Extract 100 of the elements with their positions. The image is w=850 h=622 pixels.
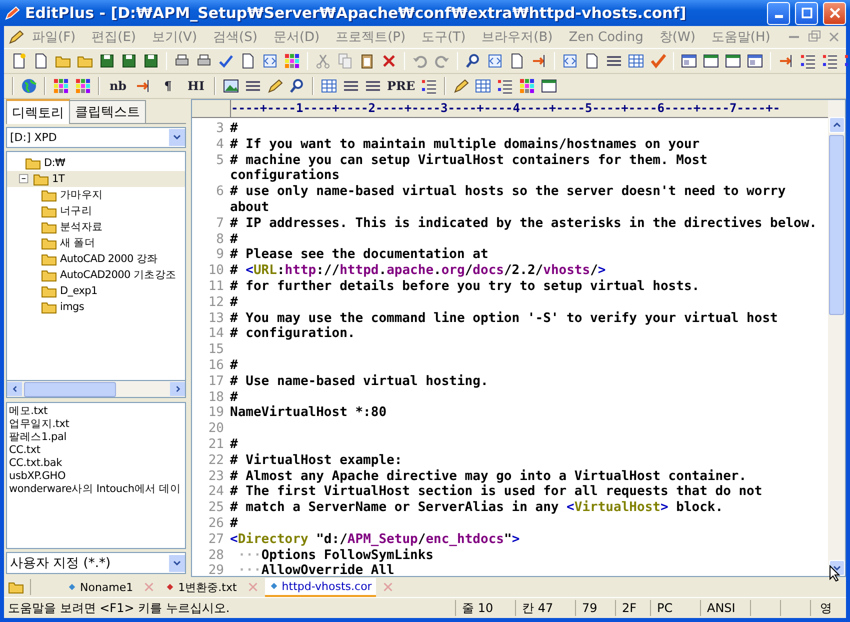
pen-icon	[453, 78, 470, 94]
document-icon	[584, 53, 600, 69]
code-icon	[262, 53, 278, 69]
palette-icon	[284, 53, 300, 69]
arrows-icon	[135, 78, 151, 94]
close-tab-icon	[382, 581, 394, 593]
window-icon	[703, 53, 719, 69]
sidebar-tab[interactable]: 클립텍스트	[69, 100, 146, 123]
line-number: 17	[208, 374, 224, 389]
status-field: 칸 47	[515, 600, 575, 616]
code-line: about	[230, 200, 270, 216]
diamond-icon	[268, 581, 279, 591]
palette-icon	[75, 78, 91, 94]
line-number: 22	[208, 452, 224, 468]
file-item[interactable]: 메모.txt	[9, 405, 48, 418]
document-icon	[509, 53, 525, 69]
line-number: 25	[208, 500, 224, 516]
folder-item[interactable]: AutoCAD2000 기초강조	[60, 268, 176, 282]
folder-item[interactable]: 너구리	[60, 204, 92, 218]
format-button[interactable]: ¶	[154, 75, 182, 97]
code-line: configurations	[230, 168, 340, 184]
folder-item[interactable]: 가마우지	[60, 188, 103, 202]
code-icon	[562, 53, 578, 69]
code-line: #	[230, 232, 238, 248]
new-document-icon	[11, 53, 27, 69]
table-icon	[321, 78, 337, 94]
code-line: # <URL:http://httpd.apache.org/docs/2.2/vhosts/>	[230, 263, 606, 279]
line-number: 20	[208, 421, 224, 436]
line-number: 19	[208, 405, 224, 420]
code-line: # Please see the documentation at	[230, 247, 488, 264]
minimize-button[interactable]	[767, 2, 790, 24]
vertical-scrollbar[interactable]	[828, 100, 845, 576]
line-number: 13	[208, 310, 224, 326]
window-icon	[725, 53, 741, 69]
folder-item[interactable]: 분석자료	[60, 220, 103, 234]
line-number: 7	[216, 216, 224, 231]
status-field: ANSI	[700, 600, 750, 616]
line-number: 24	[208, 484, 224, 500]
format-button[interactable]: nb	[104, 75, 132, 97]
format-button[interactable]: HI	[182, 75, 210, 97]
file-item[interactable]: 팔레스1.pal	[9, 431, 66, 444]
document-tab[interactable]: httpd-vhosts.cor	[264, 578, 376, 596]
minus-icon	[18, 172, 30, 185]
code-line: # If you want to maintain multiple domains/hostnames on your	[230, 136, 700, 153]
horizontal-scrollbar[interactable]	[6, 381, 186, 398]
code-line: # You may use the command line option '-S' to verify your virtual host	[230, 310, 778, 326]
picture-icon	[223, 78, 239, 94]
table-icon	[475, 78, 492, 94]
code-line: # VirtualHost example:	[230, 452, 402, 469]
magnifier-icon	[465, 53, 481, 69]
file-item[interactable]: 업무일지.txt	[9, 418, 70, 432]
check-icon	[650, 53, 666, 69]
window-icon	[541, 78, 558, 94]
maximize-button[interactable]	[795, 2, 818, 24]
line-number: 14	[208, 326, 224, 342]
folder-item[interactable]: 새 폴더	[60, 236, 96, 250]
sidebar-tab[interactable]: 디렉토리	[6, 99, 70, 124]
close-icon	[828, 6, 842, 20]
code-line: ···Options FollowSymLinks	[236, 548, 434, 563]
spellcheck-icon	[218, 53, 234, 69]
file-filter-dropdown[interactable]: 사용자 지정 (*.*)	[6, 552, 186, 574]
clipboard-icon	[359, 53, 375, 69]
folder-item[interactable]: D_exp1	[60, 284, 98, 297]
drive-dropdown[interactable]: [D:] XPD	[6, 127, 186, 148]
folder-item[interactable]: imgs	[60, 300, 84, 313]
code-line: # Almost any Apache directive may go into a VirtualHost container.	[230, 468, 747, 484]
line-number: 27	[208, 532, 224, 547]
arrows-icon	[531, 53, 547, 69]
document-tab[interactable]: 1변환중.txt	[161, 578, 241, 596]
line-number: 6	[216, 184, 224, 200]
folder-item[interactable]: AutoCAD 2000 강좌	[60, 252, 158, 266]
code-line: # use only name-based virtual hosts so the server doesn't need to worry	[230, 184, 786, 200]
code-icon	[487, 53, 503, 69]
magnifier-icon	[289, 78, 305, 94]
close-tab-icon	[143, 581, 156, 593]
code-line: # IP addresses. This is indicated by the asterisks in the directives below.	[230, 216, 817, 232]
code-line: # Use name-based virtual hosting.	[230, 374, 488, 390]
format-button[interactable]: PRE	[384, 75, 418, 97]
collapse-toggle[interactable]	[18, 172, 30, 185]
line-number: 23	[208, 468, 224, 484]
folder-item[interactable]: 1T	[52, 172, 64, 185]
status-field: 79	[575, 600, 615, 616]
panel-icon	[681, 53, 697, 69]
status-field: 2F	[615, 600, 650, 616]
status-field: 줄 10	[455, 600, 515, 616]
line-number: 16	[208, 358, 224, 373]
file-item[interactable]: usbXP.GHO	[9, 470, 66, 484]
file-item[interactable]: CC.txt.bak	[9, 457, 62, 470]
close-button[interactable]	[823, 2, 846, 24]
line-number: 28	[208, 548, 224, 563]
status-field: PC	[650, 600, 700, 616]
folder-item[interactable]: D:₩	[44, 156, 66, 169]
pages-icon	[337, 53, 353, 69]
document-tab[interactable]: Noname1	[63, 578, 138, 596]
document-icon	[33, 53, 49, 69]
code-line: #	[230, 436, 238, 453]
palette-icon	[519, 78, 536, 94]
file-item[interactable]: CC.txt	[9, 444, 40, 458]
globe-icon	[21, 78, 37, 94]
file-item[interactable]: wonderware사의 Intouch에서 데이	[9, 483, 181, 496]
